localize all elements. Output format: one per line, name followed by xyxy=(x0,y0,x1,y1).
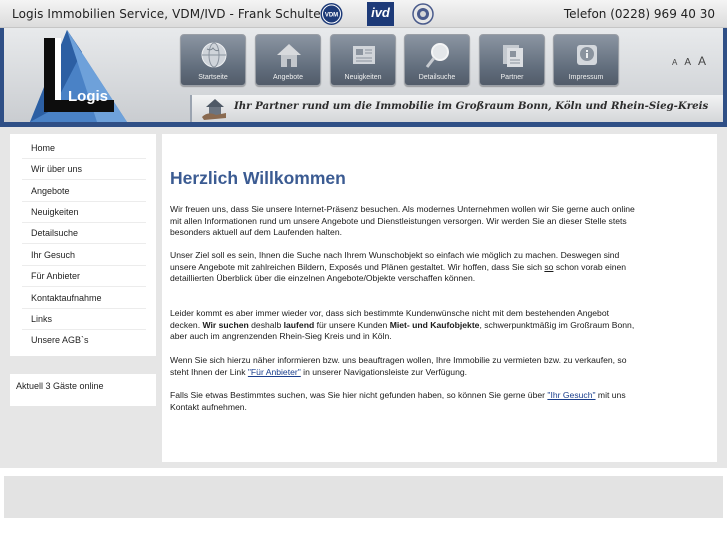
sidebar-item-angebote[interactable]: Angebote xyxy=(22,181,146,202)
nav-impressum[interactable]: Impressum xyxy=(553,34,619,86)
vdm-badge-label: VDM xyxy=(325,13,338,19)
page: Logis Immobilien Service, VDM/IVD - Fran… xyxy=(0,0,727,545)
info-icon xyxy=(577,45,597,65)
text-span: Wir suchen xyxy=(202,319,249,330)
text-span: für unsere Kunden xyxy=(314,319,390,330)
sidebar-item-wir-ueber-uns[interactable]: Wir über uns xyxy=(22,159,146,180)
nav-startseite[interactable]: Startseite xyxy=(180,34,246,86)
welcome-paragraph: Wir freuen uns, dass Sie unsere Internet… xyxy=(170,204,635,237)
newspaper-icon xyxy=(353,46,375,64)
request-paragraph: Falls Sie etwas Bestimmtes suchen, was S… xyxy=(170,390,636,413)
ivd-badge-icon[interactable]: ivd xyxy=(367,2,394,26)
company-name: Logis Immobilien Service, VDM/IVD - Fran… xyxy=(12,7,321,21)
footer xyxy=(4,476,723,518)
search-paragraph: Leider kommt es aber immer wieder vor, d… xyxy=(170,308,636,343)
nav-label: Impressum xyxy=(568,74,604,81)
online-count: Aktuell 3 Gäste online xyxy=(16,381,104,391)
sidebar-item-fuer-anbieter[interactable]: Für Anbieter xyxy=(22,266,146,287)
house-hand-icon xyxy=(202,99,226,120)
sidebar-menu: Home Wir über uns Angebote Neuigkeiten D… xyxy=(10,134,156,356)
sidebar-item-kontaktaufnahme[interactable]: Kontaktaufnahme xyxy=(22,288,146,309)
nav-partner[interactable]: Partner xyxy=(479,34,545,86)
font-size-switcher: AAA xyxy=(672,52,713,70)
online-box: Aktuell 3 Gäste online xyxy=(10,374,156,406)
top-bar: Logis Immobilien Service, VDM/IVD - Fran… xyxy=(0,0,727,28)
sidebar-item-neuigkeiten[interactable]: Neuigkeiten xyxy=(22,202,146,223)
nav-label: Partner xyxy=(500,74,524,81)
cards-icon xyxy=(503,45,523,67)
nav-label: Angebote xyxy=(273,74,303,81)
text-span: deshalb xyxy=(248,319,284,330)
nav-label: Startseite xyxy=(198,74,228,81)
quality-seal-icon[interactable] xyxy=(411,2,435,26)
sidebar-item-ihr-gesuch[interactable]: Ihr Gesuch xyxy=(22,245,146,266)
goal-paragraph: Unser Ziel soll es sein, Ihnen die Suche… xyxy=(170,250,636,285)
fuer-anbieter-link[interactable]: "Für Anbieter" xyxy=(248,367,301,377)
magnifier-icon xyxy=(425,43,449,68)
sidebar-item-links[interactable]: Links xyxy=(22,309,146,330)
sidebar-item-home[interactable]: Home xyxy=(22,138,146,159)
text-span: laufend xyxy=(283,319,315,330)
font-size-small-button[interactable]: A xyxy=(672,58,677,67)
ihr-gesuch-link[interactable]: "Ihr Gesuch" xyxy=(547,390,595,400)
page-title: Herzlich Willkommen xyxy=(170,168,346,188)
text-span: Falls Sie etwas Bestimmtes suchen, was S… xyxy=(170,390,548,400)
globe-icon xyxy=(201,42,227,68)
provider-paragraph: Wenn Sie sich hierzu näher informieren b… xyxy=(170,355,636,378)
logis-logo-icon[interactable] xyxy=(22,30,132,124)
text-span: in unserer Navigationsleiste zur Verfügu… xyxy=(300,366,468,377)
nav-label: Neuigkeiten xyxy=(344,74,382,81)
sidebar-item-agb[interactable]: Unsere AGB`s xyxy=(22,330,146,351)
vdm-badge-icon[interactable]: VDM xyxy=(318,2,345,26)
font-size-large-button[interactable]: A xyxy=(698,54,706,68)
sidebar-item-detailsuche[interactable]: Detailsuche xyxy=(22,223,146,244)
text-span: Miet- und Kaufobjekte xyxy=(389,319,480,330)
nav-neuigkeiten[interactable]: Neuigkeiten xyxy=(330,34,396,86)
logo-text: Logis xyxy=(68,88,108,105)
font-size-medium-button[interactable]: A xyxy=(684,57,691,68)
house-icon xyxy=(277,44,301,67)
nav-label: Detailsuche xyxy=(418,74,456,81)
frame-right xyxy=(723,28,727,128)
nav-detailsuche[interactable]: Detailsuche xyxy=(404,34,470,86)
main-content: Herzlich Willkommen Wir freuen uns, dass… xyxy=(162,134,717,462)
slogan: Ihr Partner rund um die Immobilie im Gro… xyxy=(234,100,709,112)
phone-number: Telefon (0228) 969 40 30 xyxy=(563,7,715,21)
nav-angebote[interactable]: Angebote xyxy=(255,34,321,86)
frame-left xyxy=(0,28,4,128)
